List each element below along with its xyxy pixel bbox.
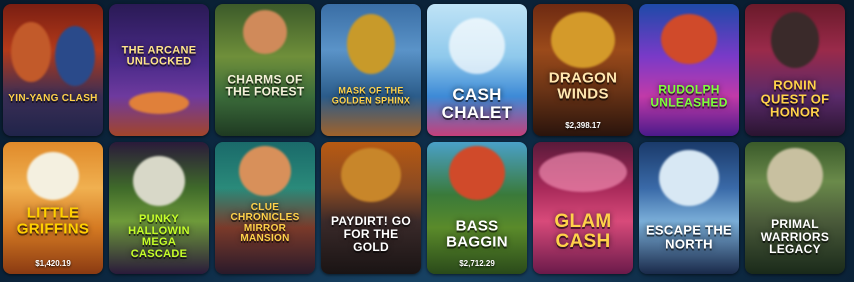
game-title: LITTLE GRIFFINS (16, 204, 90, 238)
game-tile-glam-cash[interactable]: GLAM CASH (533, 142, 633, 274)
game-title: GLAM CASH (554, 210, 612, 252)
game-art (321, 4, 421, 136)
game-title: DRAGON WINDS (548, 69, 618, 102)
game-title: CASH CHALET (441, 85, 513, 123)
game-tile-primal-warriors-legacy[interactable]: PRIMAL WARRIORS LEGACY (745, 142, 845, 274)
game-tile-escape-the-north[interactable]: ESCAPE THE NORTH (639, 142, 739, 274)
game-tile-rudolph-unleashed[interactable]: RUDOLPH UNLEASHED (639, 4, 739, 136)
game-art (639, 4, 739, 136)
game-title: CHARMS OF THE FOREST (225, 72, 305, 99)
game-tile-cash-chalet[interactable]: CASH CHALET (427, 4, 527, 136)
game-art (215, 4, 315, 136)
game-art (639, 142, 739, 274)
game-art (109, 4, 209, 136)
game-tile-charms-of-the-forest[interactable]: CHARMS OF THE FOREST (215, 4, 315, 136)
game-art (427, 142, 527, 274)
game-title: PRIMAL WARRIORS LEGACY (760, 217, 830, 257)
game-tile-clue-chronicles[interactable]: CLUE CHRONICLES MIRROR MANSION (215, 142, 315, 274)
game-grid: YIN-YANG CLASH THE ARCANE UNLOCKED CHARM… (3, 4, 845, 274)
game-tile-yin-yang-clash[interactable]: YIN-YANG CLASH (3, 4, 103, 136)
game-title: RONIN QUEST OF HONOR (760, 77, 830, 120)
game-tile-dragon-winds[interactable]: DRAGON WINDS $2,398.17 (533, 4, 633, 136)
game-title: PAYDIRT! GO FOR THE GOLD (331, 214, 411, 254)
game-title: CLUE CHRONICLES MIRROR MANSION (230, 201, 300, 245)
game-tile-paydirt[interactable]: PAYDIRT! GO FOR THE GOLD (321, 142, 421, 274)
game-art (321, 142, 421, 274)
game-lobby: { "games": [ {"title":"YIN-YANG CLASH","… (0, 0, 854, 282)
game-title: BASS BAGGIN (446, 217, 508, 251)
game-tile-mask-of-the-golden-sphinx[interactable]: MASK OF THE GOLDEN SPHINX (321, 4, 421, 136)
game-art (3, 4, 103, 136)
jackpot-amount: $2,712.29 (459, 259, 495, 268)
game-tile-the-arcane-unlocked[interactable]: THE ARCANE UNLOCKED (109, 4, 209, 136)
game-title: ESCAPE THE NORTH (645, 222, 733, 252)
game-art (533, 142, 633, 274)
game-tile-ronin-quest-of-honor[interactable]: RONIN QUEST OF HONOR (745, 4, 845, 136)
game-tile-punky-hallowin[interactable]: PUNKY HALLOWIN MEGA CASCADE (109, 142, 209, 274)
game-title: THE ARCANE UNLOCKED (121, 44, 197, 68)
jackpot-amount: $2,398.17 (565, 121, 601, 130)
game-title: YIN-YANG CLASH (8, 92, 98, 104)
game-tile-little-griffins[interactable]: LITTLE GRIFFINS $1,420.19 (3, 142, 103, 274)
game-title: MASK OF THE GOLDEN SPHINX (331, 85, 411, 106)
game-title: PUNKY HALLOWIN MEGA CASCADE (128, 212, 190, 260)
game-tile-bass-baggin[interactable]: BASS BAGGIN $2,712.29 (427, 142, 527, 274)
game-title: RUDOLPH UNLEASHED (650, 82, 728, 110)
jackpot-amount: $1,420.19 (35, 259, 71, 268)
